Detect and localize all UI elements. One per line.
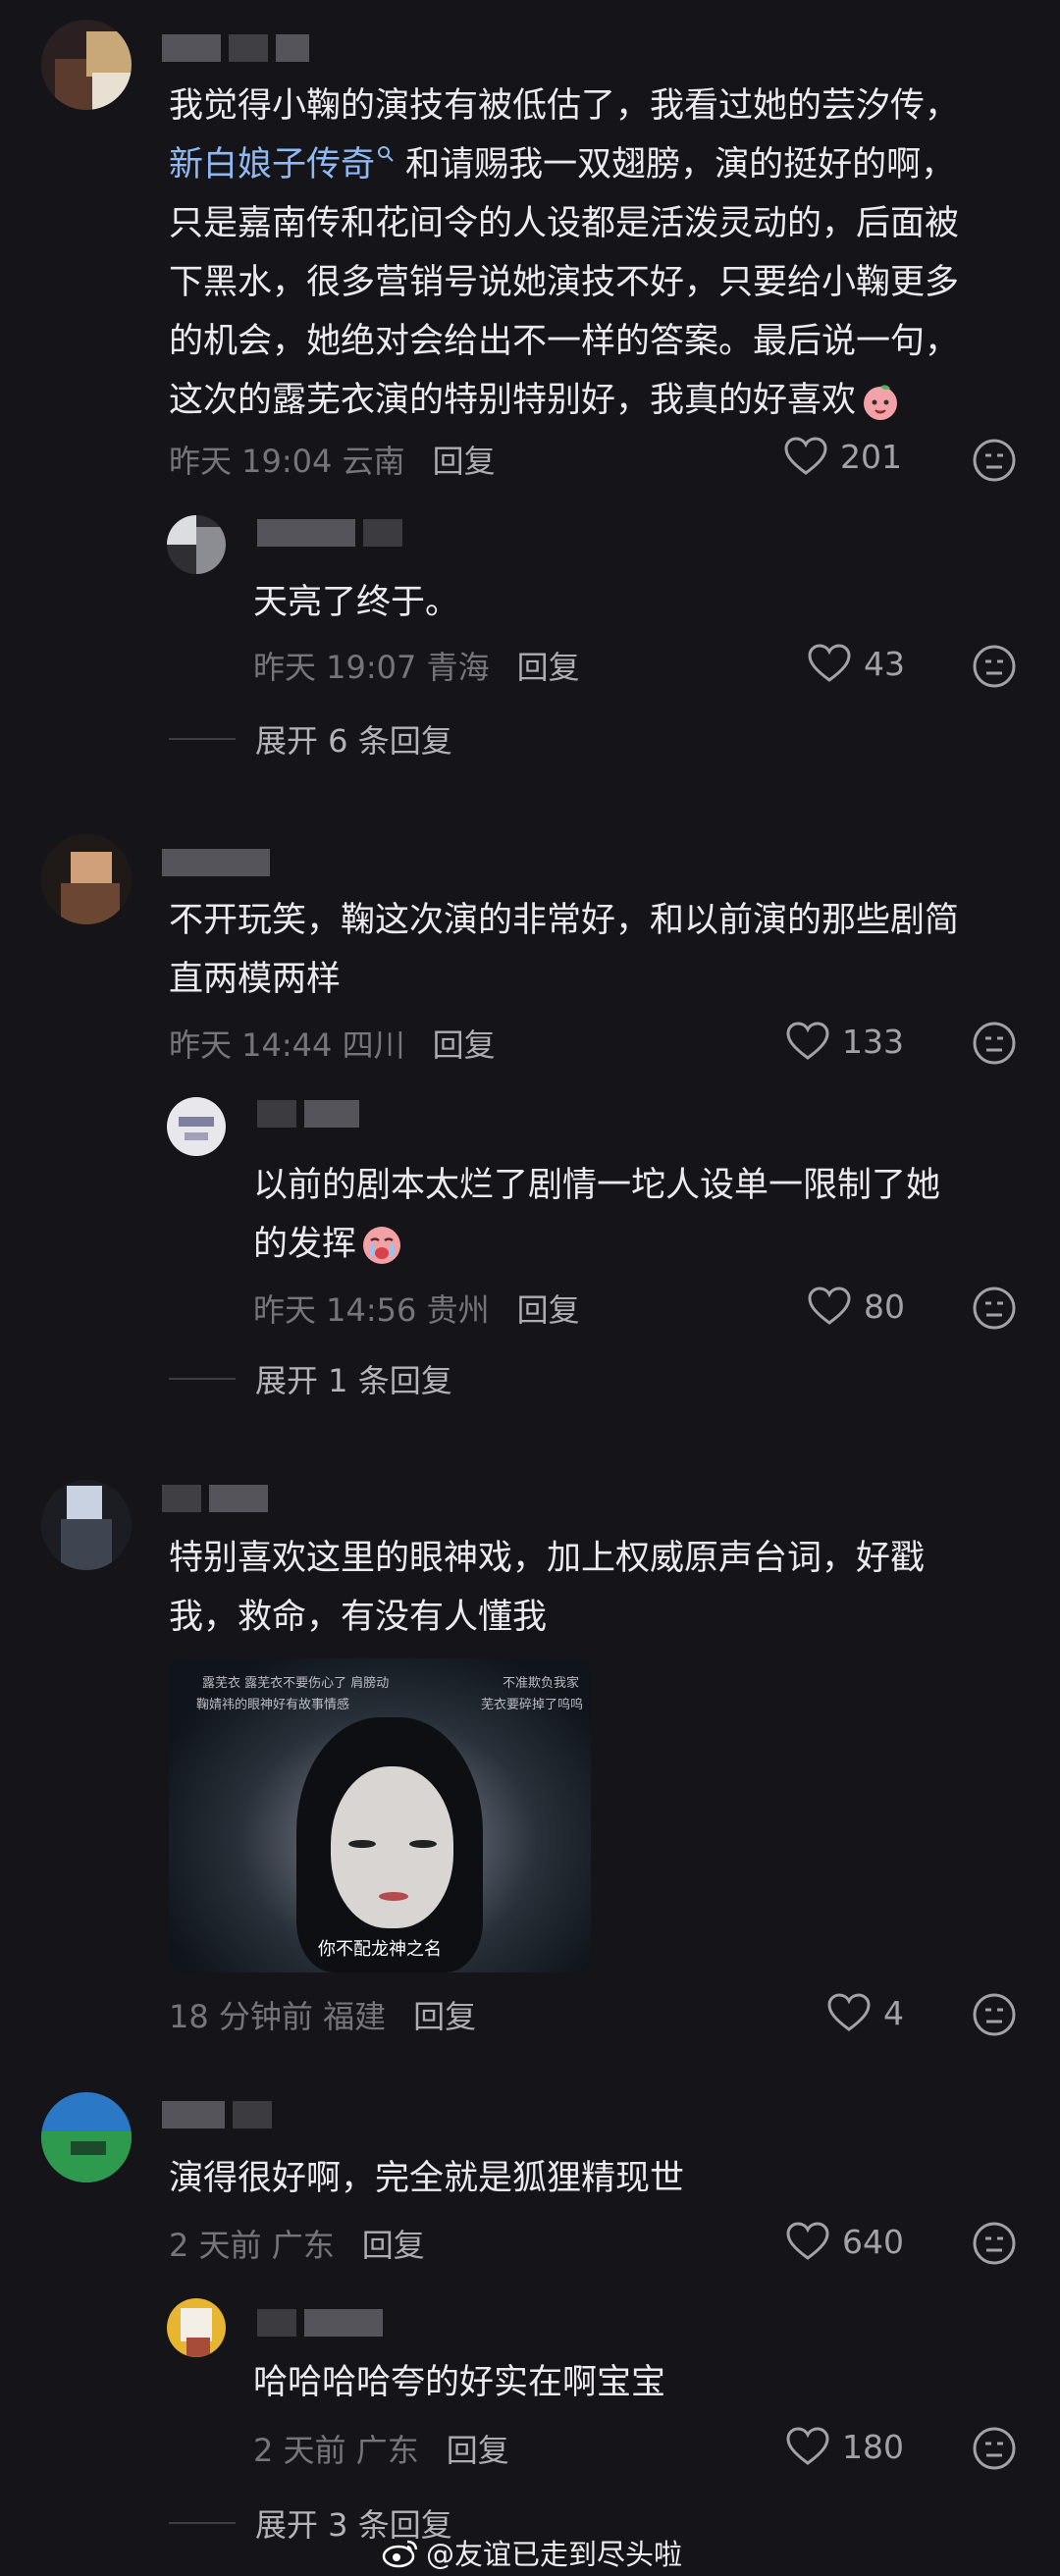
danmu-comment: 鞠婧祎的眼神好有故事情感 [196,1698,350,1712]
reply-button[interactable]: 回复 [413,1992,476,2037]
commenter-name-redacted[interactable] [162,1484,268,1513]
frown-face-icon[interactable] [972,644,1017,689]
like-button[interactable]: 43 [807,643,905,684]
commenter-avatar[interactable] [41,1480,132,1570]
reply-button[interactable]: 回复 [362,2221,425,2266]
replier-avatar[interactable] [167,515,226,574]
frown-face-icon[interactable] [972,1021,1017,1066]
like-count: 4 [883,1993,904,2032]
search-link-icon [378,146,394,163]
comment-video-thumbnail[interactable]: 露芜衣 露芜衣不要伤心了 肩膀动 不准欺负我家 鞠婧祎的眼神好有故事情感 芜衣要… [169,1658,591,1972]
replier-name-redacted[interactable] [257,518,402,548]
frown-face-icon[interactable] [972,1992,1017,2037]
commenter-name-redacted[interactable] [162,848,270,877]
reply-button[interactable]: 回复 [433,437,496,482]
reply-button[interactable]: 回复 [447,2426,509,2471]
comment-meta: 18 分钟前 福建 回复 [169,1992,476,2037]
like-button[interactable]: 4 [826,1992,904,2033]
reply-button[interactable]: 回复 [517,643,580,688]
like-count: 43 [864,644,905,683]
comment-meta: 2 天前 广东 回复 [169,2221,425,2266]
like-button[interactable]: 201 [783,436,902,477]
heart-outline-icon [808,644,851,682]
like-button[interactable]: 640 [785,2221,904,2262]
video-figure-face [331,1766,453,1928]
comment-text: 不开玩笑，鞠这次演的非常好，和以前演的那些剧简 直两模两样 [169,901,960,999]
reply-meta: 昨天 14:56 贵州 回复 [253,1286,580,1331]
like-count: 80 [864,1287,905,1326]
replier-name-redacted[interactable] [257,2308,383,2338]
like-count: 201 [840,437,902,476]
video-figure-eye [348,1840,376,1848]
danmu-comment: 芜衣要碎掉了呜呜 [481,1698,584,1712]
reply-meta: 2 天前 广东 回复 [253,2426,509,2471]
commenter-avatar[interactable] [41,20,132,110]
video-subtitle: 你不配龙神之名 [318,1939,442,1960]
heart-outline-icon [786,1022,829,1060]
reply-text: 天亮了终于。 [253,583,460,622]
comment-meta: 昨天 14:44 四川 回复 [169,1021,496,1066]
expand-replies-button[interactable]: 展开 6 条回复 [169,716,452,762]
frown-face-icon[interactable] [972,2426,1017,2471]
heart-outline-icon [786,2427,829,2465]
like-count: 640 [842,2222,904,2261]
danmu-comment: 不准欺负我家 [503,1676,580,1691]
reply-button[interactable]: 回复 [433,1021,496,1066]
comment-text: 演得很好啊，完全就是狐狸精现世 [169,2159,685,2198]
commenter-name-redacted[interactable] [162,2100,272,2129]
like-count: 133 [842,1022,904,1061]
replier-avatar[interactable] [167,1097,226,1156]
link-baike[interactable]: 新白娘子传奇 [169,145,395,184]
reply-text: 哈哈哈哈夸的好实在啊宝宝 [253,2363,666,2402]
like-button[interactable]: 180 [785,2426,904,2467]
replier-avatar[interactable] [167,2298,226,2357]
replier-name-redacted[interactable] [257,1099,359,1129]
video-figure-lips [379,1892,408,1901]
like-button[interactable]: 80 [807,1286,905,1327]
like-count: 180 [842,2427,904,2466]
frown-face-icon[interactable] [972,2221,1017,2266]
comment-text: 我觉得小鞠的演技有被低估了，我看过她的芸汐传， 新白娘子传奇 和请赐我一双翅膀，… [169,86,960,420]
heart-outline-icon [784,437,827,475]
frown-face-icon[interactable] [972,1286,1017,1331]
commenter-avatar[interactable] [41,2092,132,2182]
frown-face-icon[interactable] [972,438,1017,483]
crying-emoji-icon [363,1227,401,1264]
danmu-comment: 露芜衣 露芜衣不要伤心了 肩膀动 [202,1676,390,1691]
reply-button[interactable]: 回复 [517,1286,580,1331]
commenter-avatar[interactable] [41,834,132,924]
reply-meta: 昨天 19:07 青海 回复 [253,643,580,688]
comment-meta: 昨天 19:04 云南 回复 [169,437,496,482]
commenter-name-redacted[interactable] [162,33,309,63]
heart-outline-icon [808,1287,851,1325]
reply-text: 以前的剧本太烂了剧情一坨人设单一限制了她 的发挥 [253,1156,940,1274]
peach-emoji-icon [864,385,898,420]
like-button[interactable]: 133 [785,1021,904,1062]
weibo-logo-icon [382,2540,418,2568]
expand-replies-button[interactable]: 展开 1 条回复 [169,1356,452,1401]
comment-text: 特别喜欢这里的眼神戏，加上权威原声台词，好戳 我，救命，有没有人懂我 [169,1539,926,1637]
heart-outline-icon [786,2222,829,2260]
heart-outline-icon [827,1993,871,2031]
video-figure-eye [409,1840,437,1848]
weibo-watermark: @友谊已走到尽头啦 [381,2532,682,2573]
